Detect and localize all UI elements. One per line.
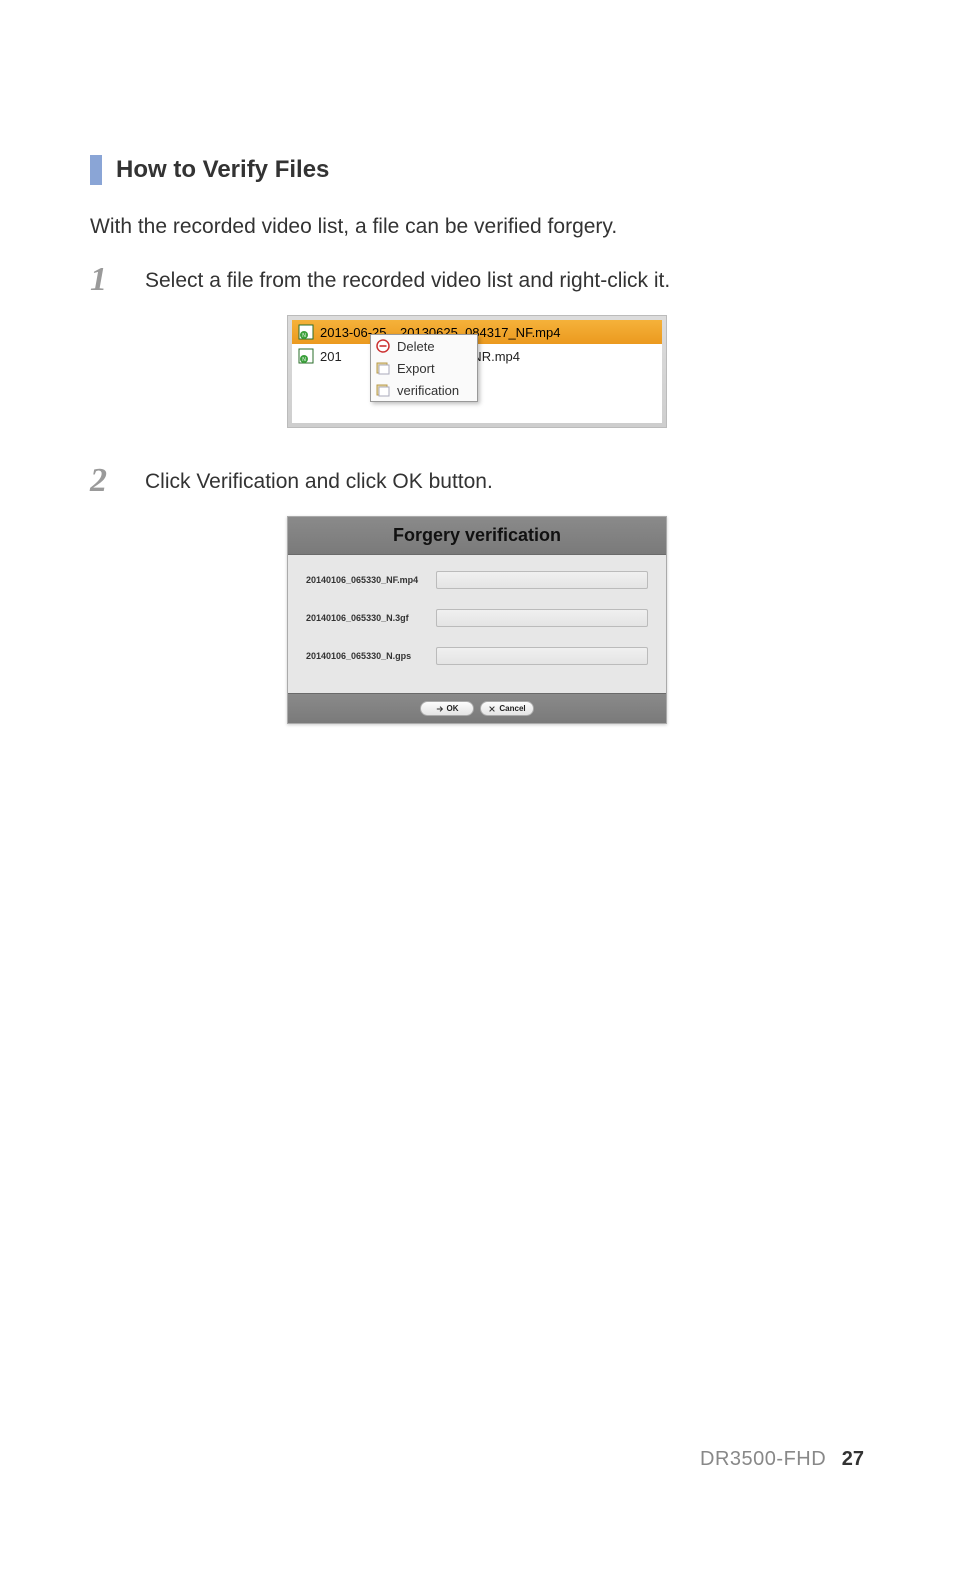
- verification-icon: [375, 382, 391, 398]
- context-menu-label: Delete: [397, 339, 435, 354]
- dialog-row: 20140106_065330_NF.mp4: [306, 571, 648, 589]
- context-menu-delete[interactable]: Delete: [371, 335, 477, 357]
- step-2: 2 Click Verification and click OK button…: [90, 468, 864, 498]
- ok-button-label: OK: [447, 704, 459, 713]
- dialog-file-label: 20140106_065330_NF.mp4: [306, 575, 436, 585]
- context-menu-label: Export: [397, 361, 435, 376]
- intro-text: With the recorded video list, a file can…: [90, 215, 864, 239]
- context-menu-label: verification: [397, 383, 459, 398]
- cancel-button-label: Cancel: [499, 704, 525, 713]
- dialog-row: 20140106_065330_N.gps: [306, 647, 648, 665]
- svg-text:N: N: [302, 333, 306, 339]
- context-menu: Delete Export verification: [370, 334, 478, 402]
- step-text: Click Verification and click OK button.: [145, 468, 493, 494]
- file-icon: N: [298, 324, 314, 340]
- context-menu-export[interactable]: Export: [371, 357, 477, 379]
- file-icon: N: [298, 348, 314, 364]
- screenshot-context-menu: N 2013-06-25 20130625_084317_NF.mp4 N 20…: [287, 315, 667, 428]
- heading-accent-bar: [90, 155, 102, 185]
- export-icon: [375, 360, 391, 376]
- footer-model: DR3500-FHD: [700, 1448, 826, 1470]
- context-menu-verification[interactable]: verification: [371, 379, 477, 401]
- close-icon: [488, 705, 496, 713]
- dialog-progress-field: [436, 647, 648, 665]
- delete-icon: [375, 338, 391, 354]
- ok-button[interactable]: OK: [420, 701, 474, 716]
- screenshot-forgery-dialog: Forgery verification 20140106_065330_NF.…: [287, 516, 667, 724]
- step-1: 1 Select a file from the recorded video …: [90, 267, 864, 297]
- dialog-progress-field: [436, 571, 648, 589]
- dialog-file-label: 20140106_065330_N.gps: [306, 651, 436, 661]
- step-text: Select a file from the recorded video li…: [145, 267, 670, 293]
- dialog-file-label: 20140106_065330_N.3gf: [306, 613, 436, 623]
- step-number: 1: [90, 263, 145, 297]
- step-number: 2: [90, 464, 145, 498]
- dialog-row: 20140106_065330_N.3gf: [306, 609, 648, 627]
- page-footer: DR3500-FHD 27: [700, 1448, 864, 1471]
- dialog-progress-field: [436, 609, 648, 627]
- dialog-body: 20140106_065330_NF.mp4 20140106_065330_N…: [288, 555, 666, 693]
- cancel-button[interactable]: Cancel: [480, 701, 534, 716]
- svg-text:N: N: [302, 357, 306, 363]
- arrow-right-icon: [436, 705, 444, 713]
- section-title: How to Verify Files: [116, 156, 329, 184]
- dialog-title-bar: Forgery verification: [288, 517, 666, 555]
- dialog-title: Forgery verification: [393, 525, 561, 546]
- section-heading: How to Verify Files: [90, 155, 864, 185]
- dialog-footer: OK Cancel: [288, 693, 666, 723]
- footer-page-number: 27: [842, 1448, 864, 1470]
